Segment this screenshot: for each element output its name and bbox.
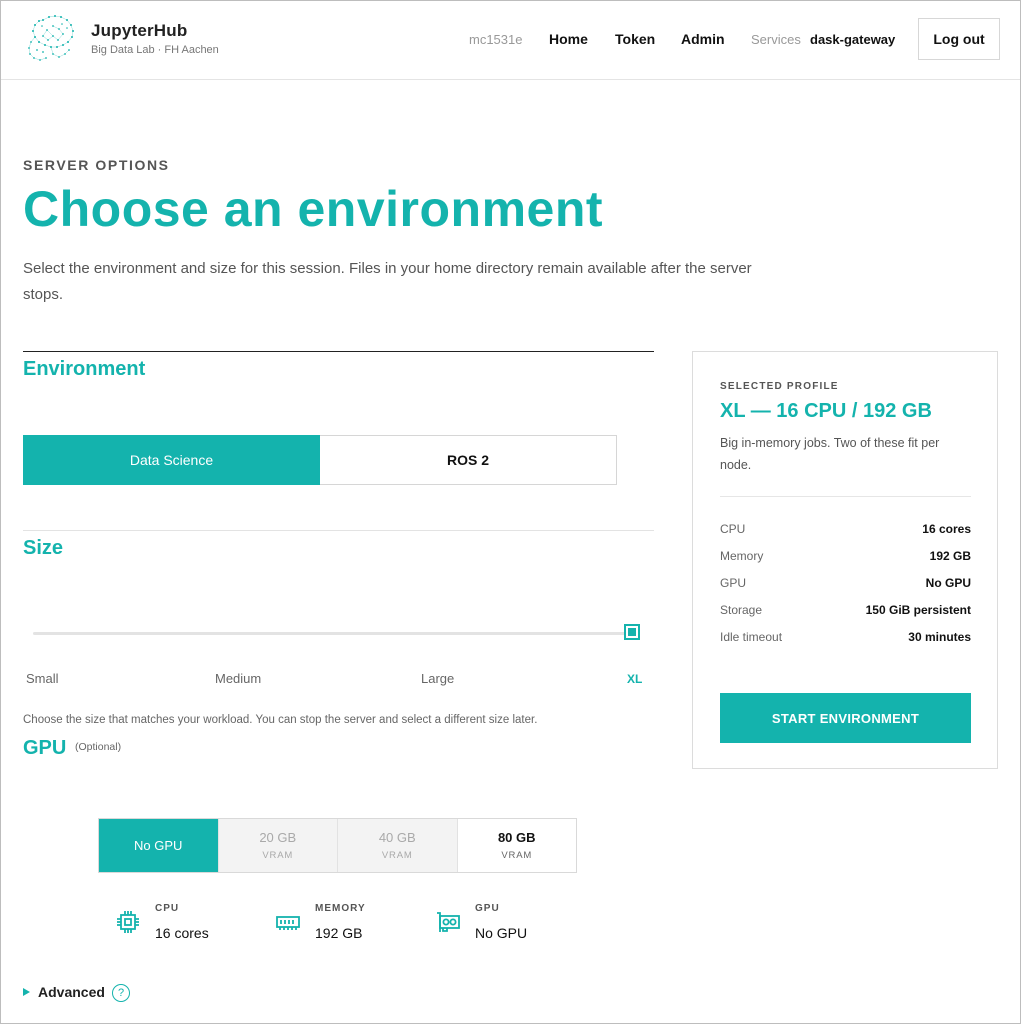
page-lead-text: Select the environment and size for this… — [23, 260, 752, 303]
gpu-option-unit: VRAM — [262, 850, 294, 861]
size-slider-track[interactable] — [33, 632, 633, 635]
section-divider — [23, 351, 654, 352]
profile-row-key: GPU — [720, 576, 747, 590]
brand: JupyterHub Big Data Lab · FH Aachen — [91, 21, 219, 56]
size-tick-small[interactable]: Small — [26, 671, 59, 686]
profile-row-key: Storage — [720, 603, 763, 617]
profile-row-value: 192 GB — [929, 549, 971, 563]
profile-row-key: Idle timeout — [720, 630, 783, 644]
nav-services-label[interactable]: Services — [751, 32, 801, 47]
gpu-option-label: 20 GB — [259, 830, 297, 845]
gpu-option-unit: VRAM — [381, 850, 413, 861]
size-tick-large[interactable]: Large — [421, 671, 454, 686]
size-tick-xl[interactable]: XL — [627, 672, 642, 686]
gpu-option-none[interactable]: No GPU — [99, 819, 219, 872]
card-divider — [720, 496, 971, 497]
advanced-toggle[interactable]: Advanced — [23, 984, 105, 1000]
profile-row-value: No GPU — [925, 576, 971, 590]
profile-row-storage: Storage 150 GiB persistent — [720, 603, 971, 617]
environment-option-ros2[interactable]: ROS 2 — [320, 435, 617, 485]
gpu-option-label: No GPU — [134, 838, 183, 853]
selected-profile-card: SELECTED PROFILE XL — 16 CPU / 192 GB Bi… — [692, 351, 998, 769]
help-circle-icon[interactable]: ? — [112, 984, 130, 1002]
gpu-option-80gb[interactable]: 80 GB VRAM — [457, 819, 576, 872]
spec-cpu-value: 16 cores — [155, 925, 209, 941]
gpu-option-label: 40 GB — [378, 830, 416, 845]
profile-row-value: 30 minutes — [908, 630, 971, 644]
size-slider-handle[interactable] — [624, 624, 640, 640]
logout-button[interactable]: Log out — [918, 18, 1000, 60]
spec-memory-value: 192 GB — [315, 925, 363, 941]
profile-row-value: 16 cores — [922, 522, 971, 536]
profile-row-cpu: CPU 16 cores — [720, 522, 971, 536]
gpu-optional-label: (Optional) — [75, 741, 122, 753]
gpu-option-label: 80 GB — [497, 830, 536, 845]
top-navbar: JupyterHub Big Data Lab · FH Aachen mc15… — [1, 1, 1020, 80]
cpu-chip-icon — [117, 911, 139, 933]
advanced-label: Advanced — [38, 984, 105, 1000]
profile-row-idle-timeout: Idle timeout 30 minutes — [720, 630, 971, 644]
dotted-elephant-logo-icon[interactable] — [23, 12, 79, 68]
triangle-right-icon — [23, 988, 30, 996]
gpu-heading: GPU — [23, 737, 67, 759]
card-eyebrow: SELECTED PROFILE — [720, 381, 839, 392]
card-description: Big in-memory jobs. Two of these fit per… — [720, 436, 940, 472]
spec-gpu-value: No GPU — [475, 925, 528, 941]
environment-heading: Environment — [23, 358, 146, 380]
nav-service-dask-gateway-link[interactable]: dask-gateway — [810, 32, 895, 47]
spec-cpu-label: CPU — [155, 903, 180, 914]
brand-subtitle: Big Data Lab · FH Aachen — [91, 44, 219, 56]
nav-admin-link[interactable]: Admin — [681, 31, 725, 47]
profile-row-key: Memory — [720, 549, 764, 563]
profile-row-key: CPU — [720, 522, 746, 536]
size-heading: Size — [23, 537, 64, 559]
nav-username: mc1531e — [469, 32, 523, 47]
memory-stick-icon — [276, 916, 300, 930]
gpu-card-icon — [437, 912, 460, 932]
size-tick-medium[interactable]: Medium — [215, 671, 261, 686]
nav-token-link[interactable]: Token — [615, 31, 655, 47]
size-hint: Choose the size that matches your worklo… — [23, 714, 538, 726]
profile-row-memory: Memory 192 GB — [720, 549, 971, 563]
gpu-option-unit: VRAM — [501, 850, 533, 861]
card-title: XL — 16 CPU / 192 GB — [720, 400, 932, 422]
gpu-option-40gb[interactable]: 40 GB VRAM — [338, 819, 458, 872]
spec-gpu-label: GPU — [475, 903, 500, 914]
environment-option-data-science[interactable]: Data Science — [23, 435, 320, 485]
gpu-option-group: No GPU 20 GB VRAM 40 GB VRAM 80 GB VRAM — [98, 818, 577, 873]
profile-row-value: 150 GiB persistent — [865, 603, 971, 617]
brand-title: JupyterHub — [91, 21, 188, 40]
nav-home-link[interactable]: Home — [549, 31, 588, 47]
start-environment-button[interactable]: START ENVIRONMENT — [720, 693, 971, 743]
section-divider — [23, 530, 654, 531]
gpu-option-20gb[interactable]: 20 GB VRAM — [218, 819, 338, 872]
spec-memory-label: MEMORY — [315, 903, 366, 914]
profile-row-gpu: GPU No GPU — [720, 576, 971, 590]
page-title: Choose an environment — [23, 181, 604, 237]
page-eyebrow: SERVER OPTIONS — [23, 157, 170, 173]
